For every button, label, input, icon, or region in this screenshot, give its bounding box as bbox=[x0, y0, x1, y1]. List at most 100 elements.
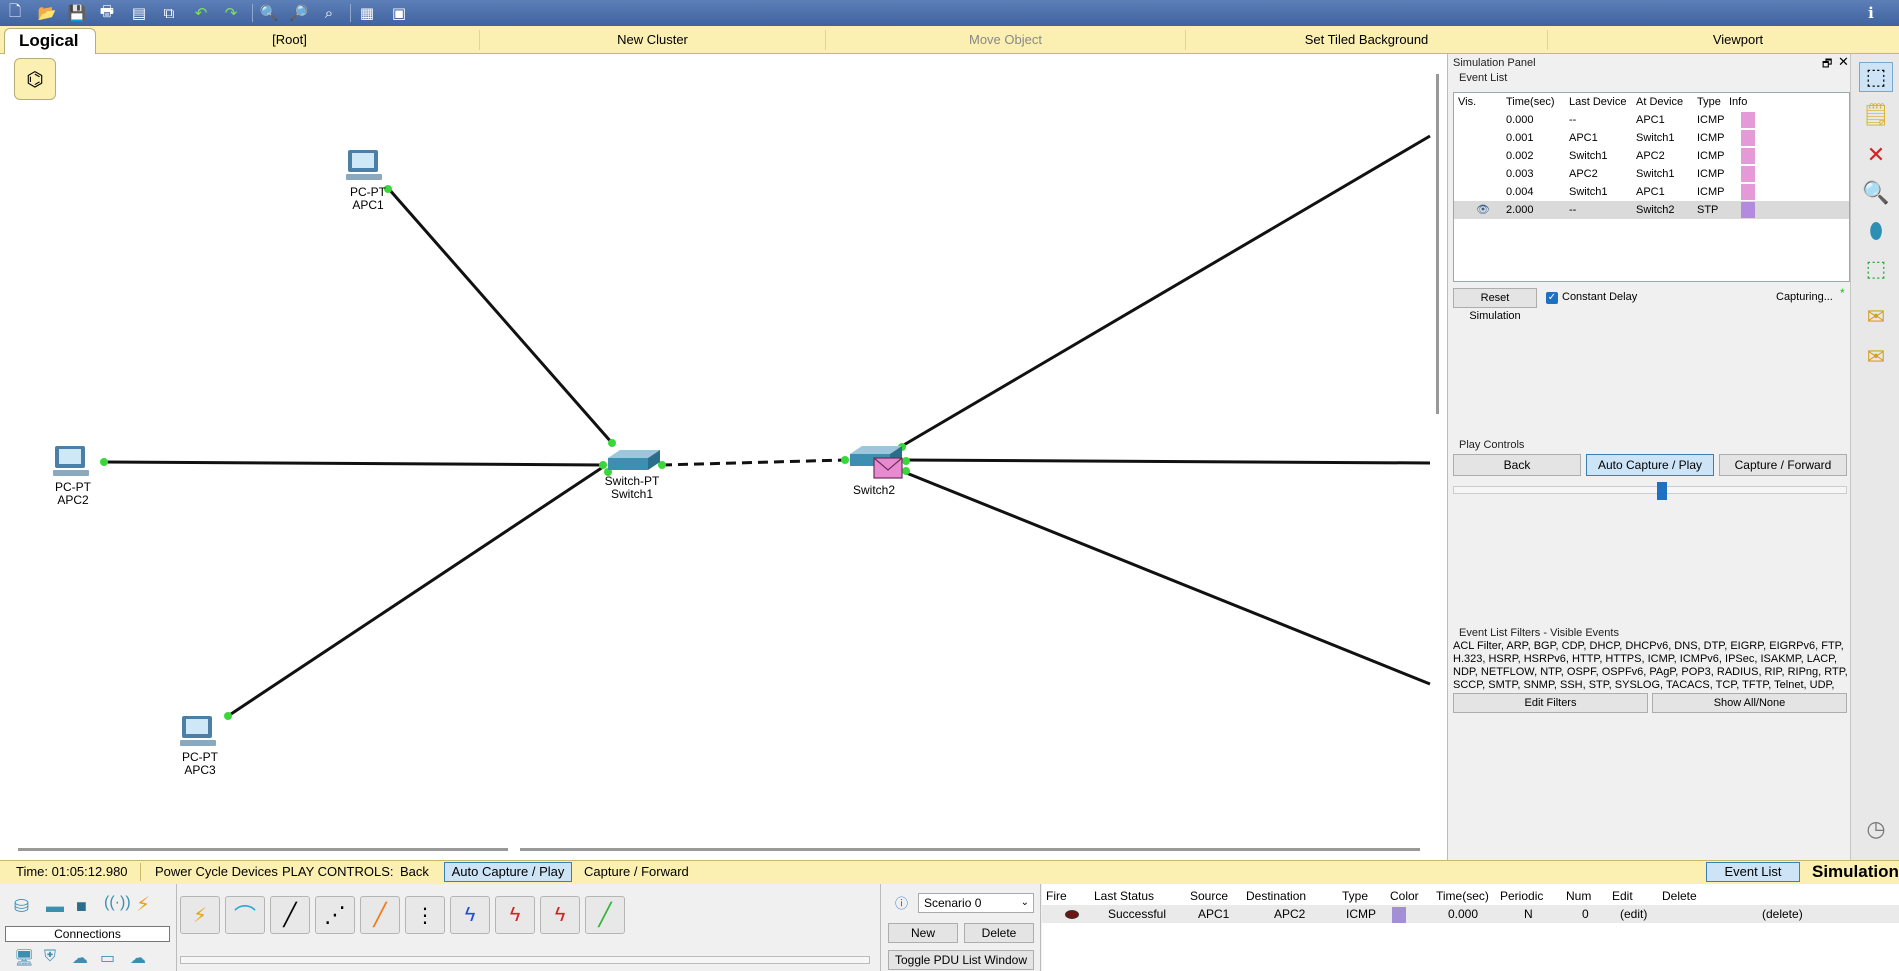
custom-devices-icon[interactable]: ▭ bbox=[100, 948, 115, 968]
status-capture-forward-button[interactable]: Capture / Forward bbox=[584, 861, 689, 883]
event-list-row[interactable]: 0.004 Switch1 APC1 ICMP bbox=[1454, 183, 1849, 201]
delete-tool-icon[interactable]: ✕ bbox=[1859, 140, 1893, 170]
note-tool-icon[interactable]: 🗒 bbox=[1859, 100, 1893, 130]
constant-delay-checkbox[interactable]: ✓ bbox=[1546, 292, 1558, 304]
scenario-select[interactable]: Scenario 0 ⌄ bbox=[918, 893, 1034, 913]
event-list-toggle-button[interactable]: Event List bbox=[1706, 862, 1800, 882]
routers-category-icon[interactable]: ⛁ bbox=[14, 896, 29, 917]
wireless-category-icon[interactable]: ((·)) bbox=[104, 894, 131, 912]
palette-icon[interactable]: ▦ bbox=[356, 2, 378, 24]
root-button[interactable]: [Root] bbox=[100, 30, 480, 50]
new-cluster-button[interactable]: New Cluster bbox=[480, 30, 826, 50]
custom-device-icon[interactable]: ▣ bbox=[388, 2, 410, 24]
event-info-color-swatch[interactable] bbox=[1741, 112, 1755, 128]
event-list-row[interactable]: 👁 2.000 -- Switch2 STP bbox=[1454, 201, 1849, 219]
zoom-reset-icon[interactable]: 🔎 bbox=[288, 2, 310, 24]
vertical-scrollbar[interactable] bbox=[1436, 74, 1439, 414]
event-list-table: Vis. Time(sec) Last Device At Device Typ… bbox=[1453, 92, 1850, 282]
event-time: 0.002 bbox=[1506, 150, 1534, 162]
back-button[interactable]: Back bbox=[1453, 454, 1581, 476]
event-list-row[interactable]: 0.003 APC2 Switch1 ICMP bbox=[1454, 165, 1849, 183]
event-info-color-swatch[interactable] bbox=[1741, 166, 1755, 182]
power-cycle-devices-button[interactable]: Power Cycle Devices bbox=[155, 861, 278, 883]
connections-category-icon[interactable]: ⚡ bbox=[136, 892, 150, 917]
device-label-switch1: Switch-PT Switch1 bbox=[592, 475, 672, 501]
add-complex-pdu-icon[interactable]: ✉ bbox=[1859, 342, 1893, 372]
end-devices-icon[interactable]: 🖥 bbox=[14, 948, 34, 968]
horizontal-scrollbar[interactable] bbox=[18, 848, 508, 851]
show-all-none-button[interactable]: Show All/None bbox=[1652, 693, 1847, 713]
edit-filters-button[interactable]: Edit Filters bbox=[1453, 693, 1648, 713]
serial-dte-icon[interactable]: ϟ bbox=[540, 896, 580, 934]
print-icon[interactable]: 🖶 bbox=[96, 2, 118, 24]
coaxial-cable-icon[interactable]: ϟ bbox=[450, 896, 490, 934]
toggle-pdu-list-button[interactable]: Toggle PDU List Window bbox=[888, 950, 1034, 970]
visible-eye-icon[interactable]: 👁 bbox=[1476, 201, 1490, 219]
new-file-icon[interactable]: 🗋 bbox=[4, 2, 26, 24]
fiber-cable-icon[interactable]: ╱ bbox=[360, 896, 400, 934]
simulation-mode-tab[interactable]: Simulation bbox=[1812, 861, 1899, 883]
scenario-info-icon[interactable]: ⓘ bbox=[895, 893, 908, 912]
viewport-button[interactable]: Viewport bbox=[1548, 30, 1899, 50]
draw-shape-tool-icon[interactable]: ⬮ bbox=[1859, 216, 1893, 246]
event-list-row[interactable]: 0.002 Switch1 APC2 ICMP bbox=[1454, 147, 1849, 165]
new-scenario-button[interactable]: New bbox=[888, 923, 958, 943]
wan-emulation-icon[interactable]: ☁ bbox=[72, 948, 88, 968]
pdu-edit-link[interactable]: (edit) bbox=[1620, 907, 1647, 921]
close-icon[interactable]: ✕ bbox=[1838, 54, 1849, 70]
inspect-tool-icon[interactable]: 🔍 bbox=[1859, 178, 1893, 208]
capture-forward-button[interactable]: Capture / Forward bbox=[1719, 454, 1847, 476]
auto-capture-play-button[interactable]: Auto Capture / Play bbox=[1586, 454, 1714, 476]
undo-icon[interactable]: ↶ bbox=[190, 2, 212, 24]
reset-simulation-button[interactable]: Reset Simulation bbox=[1453, 288, 1537, 322]
play-speed-slider-handle[interactable] bbox=[1657, 482, 1667, 500]
serial-dce-icon[interactable]: ϟ bbox=[495, 896, 535, 934]
zoom-out-icon[interactable]: ⌕ bbox=[318, 2, 340, 24]
copper-cross-over-icon[interactable]: ⋰ bbox=[315, 896, 355, 934]
copper-straight-through-icon[interactable]: ╱ bbox=[270, 896, 310, 934]
move-object-button[interactable]: Move Object bbox=[826, 30, 1186, 50]
event-info-color-swatch[interactable] bbox=[1741, 148, 1755, 164]
add-simple-pdu-icon[interactable]: ✉ bbox=[1859, 302, 1893, 332]
save-icon[interactable]: 💾 bbox=[66, 2, 88, 24]
multiuser-icon[interactable]: ☁ bbox=[130, 948, 146, 968]
realtime-mode-icon[interactable]: ◷ bbox=[1859, 814, 1893, 844]
info-icon[interactable]: i bbox=[1860, 2, 1882, 24]
event-list-row[interactable]: 0.001 APC1 Switch1 ICMP bbox=[1454, 129, 1849, 147]
redo-icon[interactable]: ↷ bbox=[220, 2, 242, 24]
event-last-device: APC1 bbox=[1569, 132, 1598, 144]
play-speed-slider[interactable] bbox=[1453, 486, 1847, 494]
status-auto-capture-button[interactable]: Auto Capture / Play bbox=[444, 862, 572, 882]
logical-workspace-canvas[interactable]: ⌬ PC-PT APC1 PC-PT APC2 PC-PT APC3 Switc… bbox=[0, 54, 1448, 860]
event-type: ICMP bbox=[1697, 132, 1725, 144]
float-icon[interactable]: 🗗 bbox=[1822, 55, 1832, 74]
octal-cable-icon[interactable]: ╱ bbox=[585, 896, 625, 934]
automatic-connection-icon[interactable]: ⚡ bbox=[180, 896, 220, 934]
fire-indicator-icon[interactable] bbox=[1065, 910, 1079, 919]
event-list-row[interactable]: 0.000 -- APC1 ICMP bbox=[1454, 111, 1849, 129]
connections-scrollbar[interactable] bbox=[180, 956, 870, 964]
pdu-delete-link[interactable]: (delete) bbox=[1762, 907, 1803, 921]
main-toolbar: 🗋 📂 💾 🖶 ▤ ⧉ ↶ ↷ 🔍 🔎 ⌕ ▦ ▣ i bbox=[0, 0, 1899, 26]
copy-icon[interactable]: ⧉ bbox=[158, 2, 180, 24]
horizontal-scrollbar[interactable] bbox=[520, 848, 1420, 851]
event-info-color-swatch[interactable] bbox=[1741, 130, 1755, 146]
console-cable-icon[interactable]: ⌒ bbox=[225, 896, 265, 934]
event-info-color-swatch[interactable] bbox=[1741, 184, 1755, 200]
hubs-category-icon[interactable]: ■ bbox=[76, 896, 87, 917]
logical-tab[interactable]: Logical bbox=[4, 28, 96, 54]
event-info-color-swatch[interactable] bbox=[1741, 202, 1755, 218]
phone-cable-icon[interactable]: ⋮ bbox=[405, 896, 445, 934]
delete-scenario-button[interactable]: Delete bbox=[964, 923, 1034, 943]
column-header: Type bbox=[1697, 96, 1721, 108]
open-folder-icon[interactable]: 📂 bbox=[36, 2, 58, 24]
resize-shape-tool-icon[interactable]: ⬚ bbox=[1859, 254, 1893, 284]
zoom-in-icon[interactable]: 🔍 bbox=[258, 2, 280, 24]
security-icon[interactable]: ⛨ bbox=[44, 948, 56, 966]
status-back-button[interactable]: Back bbox=[400, 861, 429, 883]
activity-wizard-icon[interactable]: ▤ bbox=[128, 2, 150, 24]
select-tool-icon[interactable]: ⬚ bbox=[1859, 62, 1893, 92]
switches-category-icon[interactable]: ▬ bbox=[46, 896, 64, 917]
column-header: Last Status bbox=[1094, 889, 1155, 903]
set-tiled-background-button[interactable]: Set Tiled Background bbox=[1186, 30, 1548, 50]
